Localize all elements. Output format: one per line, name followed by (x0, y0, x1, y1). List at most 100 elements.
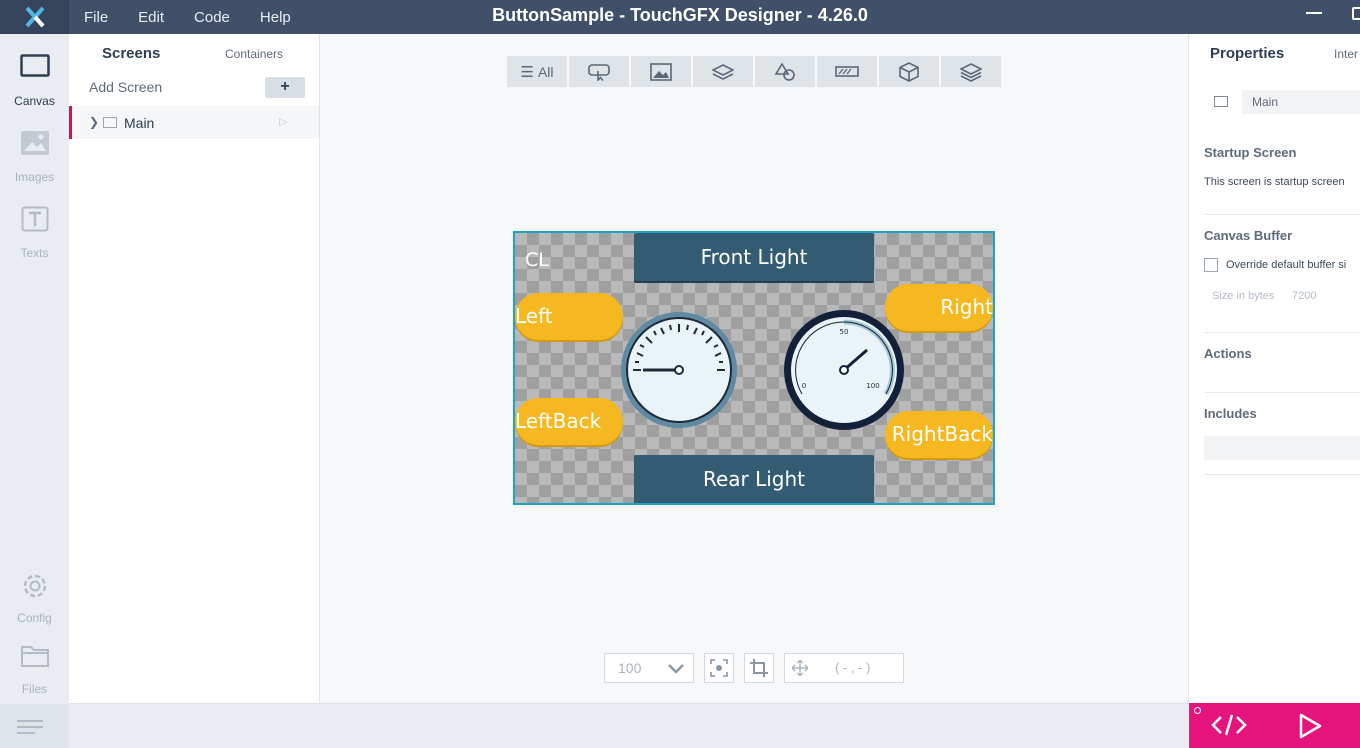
rear-light-button[interactable]: Rear Light (634, 455, 874, 503)
nav-rail: Canvas Images Texts Config Files (0, 34, 69, 748)
texts-icon (21, 206, 48, 232)
actions-title: Actions (1204, 346, 1252, 361)
widget-filter-toolbar: ☰ All (507, 56, 1001, 87)
generate-code-button[interactable] (1211, 711, 1247, 744)
gear-icon (23, 574, 46, 598)
right-button-label: Right (940, 295, 993, 319)
zoom-select[interactable]: 100 (604, 653, 694, 683)
coordinates-readout: ( - , - ) (784, 653, 904, 683)
minimize-button[interactable] (1306, 12, 1322, 14)
divider (1204, 332, 1360, 333)
leftback-button[interactable]: LeftBack (515, 398, 623, 445)
run-simulator-button[interactable] (1297, 713, 1323, 744)
folder-icon (20, 646, 49, 667)
rail-label: Canvas (14, 94, 55, 108)
touchgfx-logo[interactable] (0, 0, 69, 34)
canvas-buffer-title: Canvas Buffer (1204, 228, 1293, 243)
override-buffer-label: Override default buffer si (1226, 259, 1347, 271)
menu-bar: File Edit Code Help (84, 0, 321, 34)
design-canvas[interactable]: CL Front Light Rear Light Left LeftBack … (513, 231, 995, 505)
filter-interaction-button[interactable] (569, 56, 629, 87)
filter-progress-button[interactable] (817, 56, 877, 87)
properties-panel: Properties Inter Main Startup Screen Thi… (1188, 34, 1360, 703)
menu-file[interactable]: File (84, 9, 108, 26)
menu-code[interactable]: Code (194, 9, 230, 26)
corner-text[interactable]: CL (525, 249, 549, 271)
rail-label: Config (17, 611, 52, 625)
screen-icon (103, 117, 117, 128)
tab-screens[interactable]: Screens (102, 45, 160, 62)
rail-label: Texts (20, 246, 49, 260)
startup-screen-title: Startup Screen (1204, 145, 1297, 160)
includes-field[interactable] (1204, 436, 1360, 460)
crop-icon (750, 659, 768, 677)
rail-item-files[interactable]: Files (0, 632, 69, 702)
filter-all-button[interactable]: ☰ All (507, 56, 567, 87)
screen-list-item[interactable]: ❯ Main ▷ (69, 106, 319, 139)
coordinates-value: ( - , - ) (835, 660, 871, 675)
rail-item-images[interactable]: Images (0, 120, 69, 190)
maximize-button[interactable] (1352, 7, 1360, 20)
list-icon: ☰ (520, 63, 534, 81)
front-light-button[interactable]: Front Light (634, 233, 874, 281)
tab-interactions[interactable]: Inter (1334, 47, 1358, 61)
filter-all-label: All (537, 63, 554, 80)
leftback-button-label: LeftBack (515, 409, 602, 433)
tab-properties[interactable]: Properties (1210, 45, 1284, 62)
rail-label: Images (14, 170, 55, 184)
screens-panel: Screens Containers Add Screen + ❯ Main ▷ (69, 34, 320, 703)
interaction-icon (588, 63, 610, 81)
chevron-right-icon[interactable]: ❯ (89, 115, 99, 129)
canvas-area: ☰ All CL Front Light Rear Light Left Lef… (320, 34, 1188, 703)
tab-containers[interactable]: Containers (225, 47, 283, 61)
add-screen-button[interactable]: + (265, 77, 305, 98)
left-button[interactable]: Left (515, 293, 623, 340)
code-icon (1211, 714, 1247, 736)
right-gauge[interactable]: 50 0 100 (782, 308, 906, 432)
divider (1204, 474, 1360, 475)
canvas-icon (19, 54, 50, 77)
status-bar (69, 703, 1188, 748)
startup-screen-text: This screen is startup screen (1204, 176, 1345, 188)
chevron-down-icon (667, 656, 685, 684)
run-area (1189, 703, 1360, 748)
hamburger-icon[interactable] (17, 719, 43, 735)
zoom-value: 100 (618, 660, 642, 676)
rightback-button-label: RightBack (891, 422, 993, 446)
filter-3d-button[interactable] (879, 56, 939, 87)
add-screen-label: Add Screen (89, 79, 163, 95)
filter-stack-button[interactable] (941, 56, 1001, 87)
fit-view-button[interactable] (704, 653, 734, 683)
screen-icon (1214, 96, 1228, 107)
left-button-label: Left (515, 304, 553, 328)
rail-menu-area (0, 704, 69, 748)
rail-label: Files (21, 682, 48, 696)
includes-title: Includes (1204, 406, 1257, 421)
size-in-bytes-label: Size in bytes (1212, 290, 1275, 302)
layers-icon (712, 63, 734, 80)
left-gauge[interactable] (619, 310, 739, 430)
gauge-label-min: 0 (802, 382, 806, 390)
filter-image-button[interactable] (631, 56, 691, 87)
rail-item-config[interactable]: Config (0, 561, 69, 631)
cube-icon (899, 61, 919, 82)
crop-button[interactable] (744, 653, 774, 683)
filter-container-button[interactable] (693, 56, 753, 87)
progress-icon (835, 65, 859, 77)
status-dot-icon (1194, 707, 1201, 714)
gauge-label-max: 100 (866, 382, 879, 390)
rail-item-texts[interactable]: Texts (0, 196, 69, 266)
screen-name: Main (124, 115, 155, 131)
override-buffer-checkbox[interactable] (1204, 258, 1218, 272)
divider (1204, 392, 1360, 393)
menu-edit[interactable]: Edit (138, 9, 164, 26)
screen-name-field[interactable]: Main (1242, 90, 1360, 114)
stack-icon (960, 62, 982, 82)
rail-item-canvas[interactable]: Canvas (0, 44, 69, 114)
play-icon[interactable]: ▷ (279, 115, 287, 128)
menu-help[interactable]: Help (260, 9, 291, 26)
play-icon (1299, 713, 1322, 739)
images-icon (20, 131, 49, 155)
filter-shapes-button[interactable] (755, 56, 815, 87)
image-icon (650, 62, 672, 81)
